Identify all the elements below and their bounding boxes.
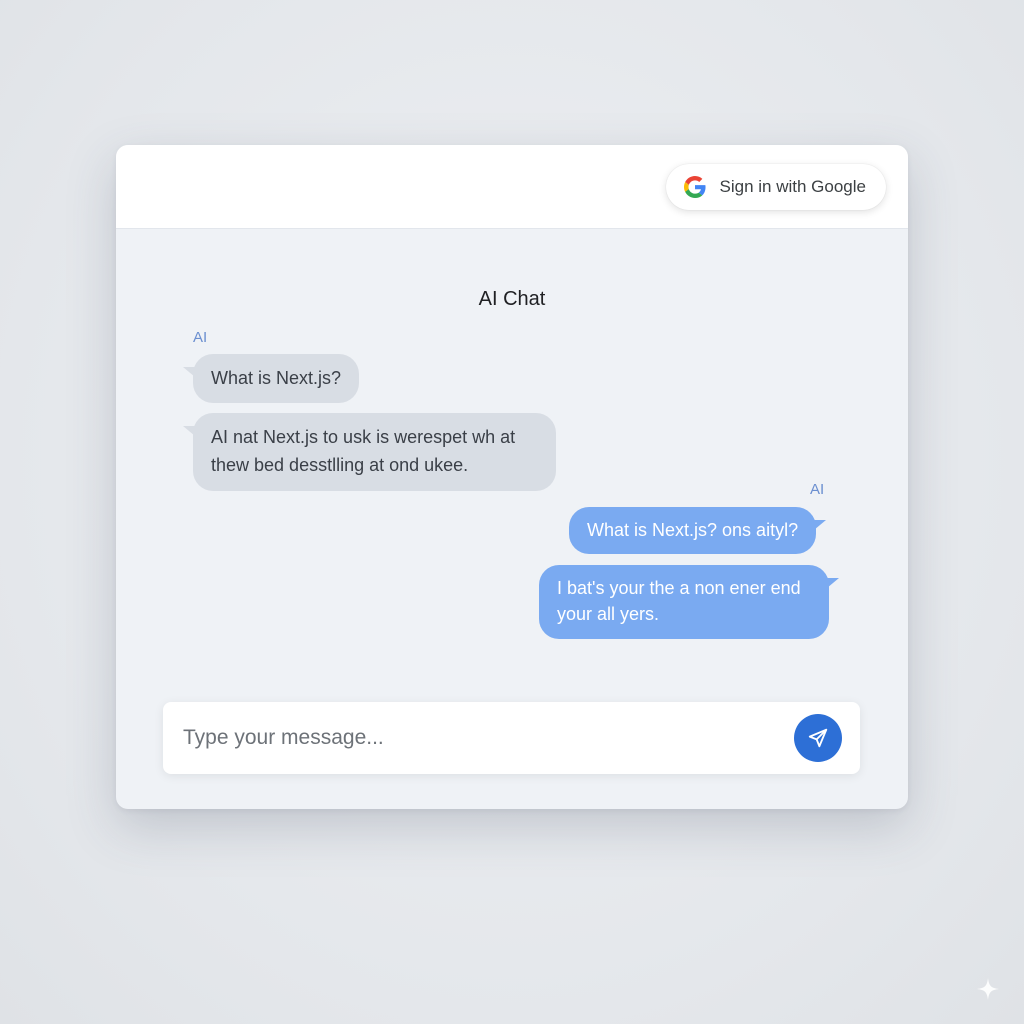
sender-label-ai: AI — [193, 329, 208, 346]
chat-window: Sign in with Google AI Chat AI What is N… — [116, 145, 908, 809]
header-bar: Sign in with Google — [116, 145, 908, 229]
page-title: AI Chat — [478, 288, 546, 310]
google-g-icon — [683, 176, 706, 198]
google-signin-button[interactable]: Sign in with Google — [665, 164, 886, 210]
paper-plane-icon — [808, 728, 828, 748]
chat-bubble-user: What is Next.js? ons aityl? — [569, 507, 827, 554]
message-composer — [163, 702, 860, 774]
chat-bubble-ai: AI nat Next.js to usk is werespet wh at … — [183, 413, 556, 491]
google-signin-label: Sign in with Google — [719, 177, 866, 196]
send-button[interactable] — [794, 714, 842, 762]
chat-bubble-ai: What is Next.js? — [182, 354, 360, 403]
sparkle-icon — [977, 978, 999, 1000]
message-input[interactable] — [183, 718, 763, 758]
chat-bubble-user: I bat's your the a non ener end your all… — [539, 565, 839, 639]
sender-label-ai: AI — [810, 481, 825, 498]
